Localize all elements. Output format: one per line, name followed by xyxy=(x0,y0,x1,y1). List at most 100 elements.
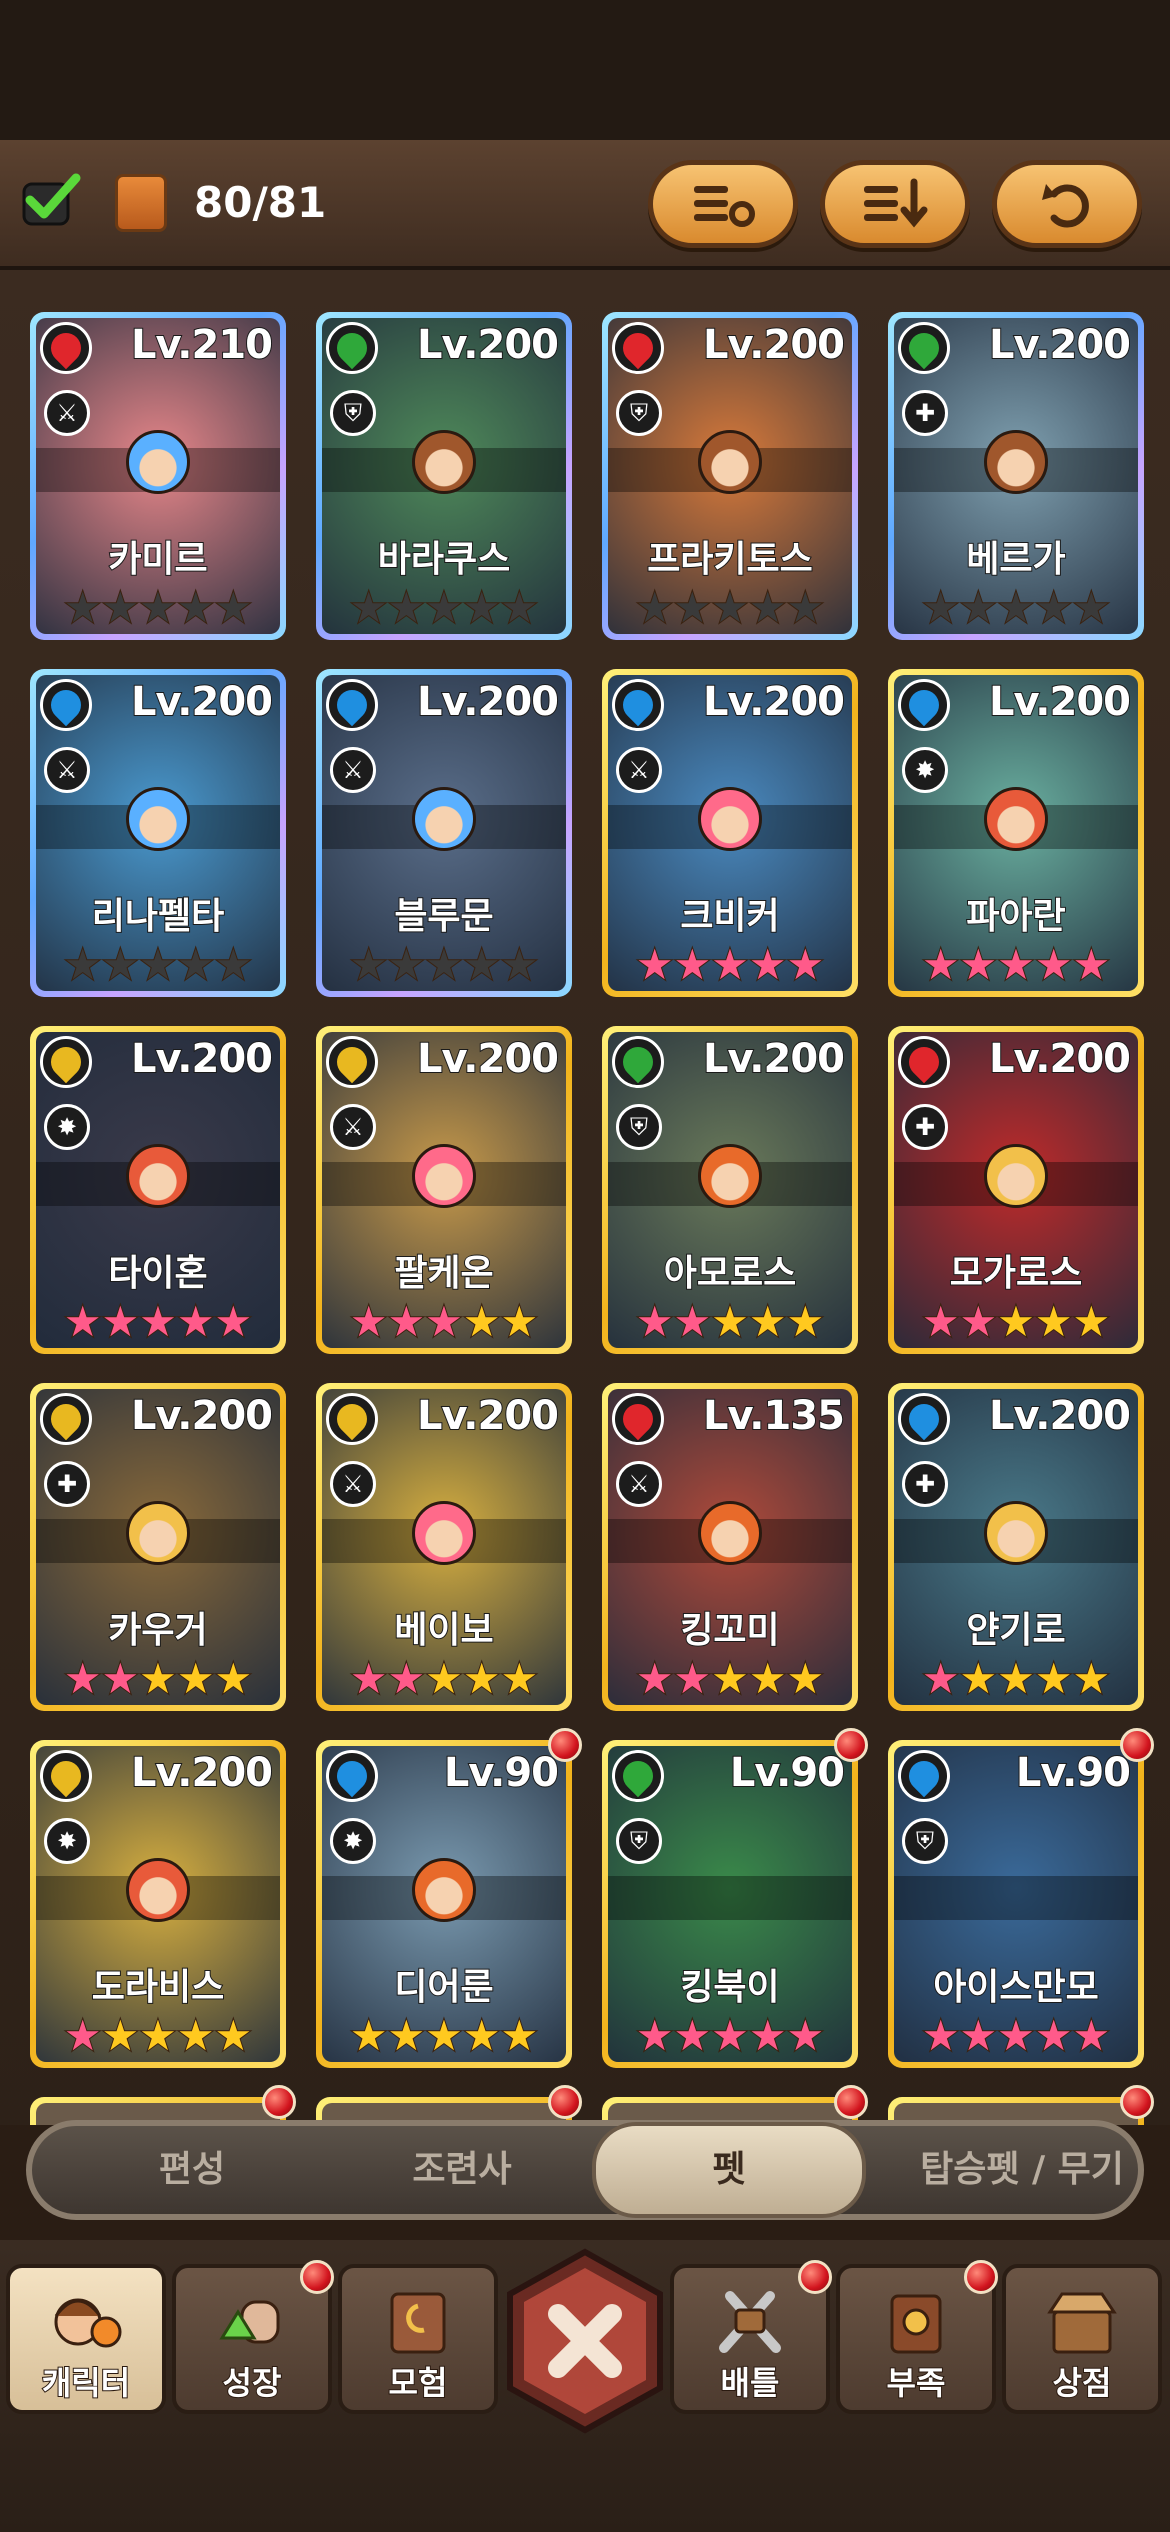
star-icon: ★ xyxy=(1034,940,1074,990)
pet-level: Lv.200 xyxy=(416,1035,560,1083)
tab-formation[interactable]: 편성 xyxy=(72,2126,312,2214)
pet-card[interactable]: ✸ Lv.200 타이혼 ★ ★ ★ ★ ★ xyxy=(30,1026,286,1354)
checkmark-icon[interactable] xyxy=(22,170,82,230)
pet-card[interactable]: ⚔ Lv.200 베이보 ★ ★ ★ ★ ★ xyxy=(316,1383,572,1711)
star-icon: ★ xyxy=(424,2011,464,2061)
star-icon: ★ xyxy=(63,2011,103,2061)
role-icon: ✸ xyxy=(44,1818,90,1864)
pet-card[interactable]: ⛨ Lv.90 아이스만모 ★ ★ ★ ★ ★ xyxy=(888,1740,1144,2068)
star-icon: ★ xyxy=(785,1297,825,1347)
filter-settings-icon xyxy=(694,186,755,227)
star-icon: ★ xyxy=(101,1297,141,1347)
pet-card[interactable]: ⚔ Lv.200 팔케온 ★ ★ ★ ★ ★ xyxy=(316,1026,572,1354)
light-element-icon xyxy=(40,1036,92,1088)
star-rating: ★ ★ ★ ★ ★ xyxy=(36,583,280,633)
role-icon: ⚔ xyxy=(44,390,90,436)
nav-adventure[interactable]: 모험 xyxy=(338,2264,498,2414)
pet-card[interactable]: ⛨ Lv.200 아모로스 ★ ★ ★ ★ ★ xyxy=(602,1026,858,1354)
star-icon: ★ xyxy=(996,1654,1036,1704)
pet-card[interactable]: ✸ Lv.200 파아란 ★ ★ ★ ★ ★ xyxy=(888,669,1144,997)
notification-badge xyxy=(798,2260,832,2294)
pet-name: 킹꼬미 xyxy=(679,1609,780,1652)
pet-card[interactable]: ⚔ Lv.200 리나펠타 ★ ★ ★ ★ ★ xyxy=(30,669,286,997)
notification-badge xyxy=(834,2085,868,2119)
pet-name: 블루문 xyxy=(393,895,494,938)
nav-label: 성장 xyxy=(222,2363,283,2403)
refresh-button[interactable] xyxy=(992,160,1142,248)
trainer-avatar xyxy=(412,1501,476,1565)
pet-card[interactable]: ⚔ Lv.200 크비커 ★ ★ ★ ★ ★ xyxy=(602,669,858,997)
light-element-icon xyxy=(40,1750,92,1802)
pet-level: Lv.200 xyxy=(130,1035,274,1083)
star-icon: ★ xyxy=(213,1654,253,1704)
pet-card-inner: ⚔ Lv.210 카미르 ★ ★ ★ ★ ★ xyxy=(36,318,280,634)
tab-mount-weapon[interactable]: 탑승펫 / 무기 xyxy=(892,2126,1152,2214)
role-icon: ✸ xyxy=(44,1104,90,1150)
nav-battle[interactable]: 배틀 xyxy=(670,2260,832,2414)
pet-card[interactable]: ⛨ Lv.90 킹북이 ★ ★ ★ ★ ★ xyxy=(602,1740,858,2068)
star-rating: ★ ★ ★ ★ ★ xyxy=(608,2011,852,2061)
nav-growth[interactable]: 성장 xyxy=(172,2260,334,2414)
pet-name: 파아란 xyxy=(965,895,1066,938)
pet-card[interactable]: ⛨ Lv.200 프라키토스 ★ ★ ★ ★ ★ xyxy=(602,312,858,640)
star-icon: ★ xyxy=(138,2011,178,2061)
nav-shop[interactable]: 상점 xyxy=(1002,2264,1162,2414)
star-icon: ★ xyxy=(1034,583,1074,633)
star-icon: ★ xyxy=(499,1297,539,1347)
pet-card[interactable]: ✚ Lv.200 베르가 ★ ★ ★ ★ ★ xyxy=(888,312,1144,640)
star-icon: ★ xyxy=(176,1654,216,1704)
pet-name: 카우거 xyxy=(107,1609,208,1652)
role-icon: ✚ xyxy=(902,1461,948,1507)
trainer-avatar xyxy=(126,1858,190,1922)
tab-trainer[interactable]: 조련사 xyxy=(332,2126,592,2214)
pet-level: Lv.200 xyxy=(130,1392,274,1440)
pet-card[interactable]: ⚔ Lv.135 킹꼬미 ★ ★ ★ ★ ★ xyxy=(602,1383,858,1711)
role-icon: ⚔ xyxy=(616,1461,662,1507)
pet-card[interactable]: ⚔ Lv.210 카미르 ★ ★ ★ ★ ★ xyxy=(30,312,286,640)
star-icon: ★ xyxy=(1034,1654,1074,1704)
pet-card[interactable]: ✚ Lv.200 모가로스 ★ ★ ★ ★ ★ xyxy=(888,1026,1144,1354)
star-rating: ★ ★ ★ ★ ★ xyxy=(322,2011,566,2061)
star-icon: ★ xyxy=(387,583,427,633)
star-icon: ★ xyxy=(424,583,464,633)
pet-level: Lv.200 xyxy=(416,678,560,726)
trainer-avatar xyxy=(984,787,1048,851)
star-icon: ★ xyxy=(462,583,502,633)
top-area xyxy=(0,0,1170,140)
star-rating: ★ ★ ★ ★ ★ xyxy=(608,940,852,990)
water-element-icon xyxy=(326,679,378,731)
pet-level: Lv.200 xyxy=(416,1392,560,1440)
star-icon: ★ xyxy=(921,1654,961,1704)
pet-card[interactable]: ⚔ Lv.200 블루문 ★ ★ ★ ★ ★ xyxy=(316,669,572,997)
sort-button[interactable] xyxy=(820,160,970,248)
nature-element-icon xyxy=(612,1036,664,1088)
star-icon: ★ xyxy=(63,583,103,633)
star-icon: ★ xyxy=(63,940,103,990)
pet-level: Lv.200 xyxy=(988,1035,1132,1083)
pet-card[interactable]: ✚ Lv.200 얀기로 ★ ★ ★ ★ ★ xyxy=(888,1383,1144,1711)
star-icon: ★ xyxy=(387,1654,427,1704)
nav-tribe[interactable]: 부족 xyxy=(836,2260,998,2414)
pet-name: 베르가 xyxy=(965,538,1066,581)
star-rating: ★ ★ ★ ★ ★ xyxy=(608,1654,852,1704)
pet-card[interactable]: ✚ Lv.200 카우거 ★ ★ ★ ★ ★ xyxy=(30,1383,286,1711)
pet-card[interactable]: ✸ Lv.200 도라비스 ★ ★ ★ ★ ★ xyxy=(30,1740,286,2068)
pet-card[interactable]: ⛨ Lv.200 바라쿠스 ★ ★ ★ ★ ★ xyxy=(316,312,572,640)
pet-card-inner: ✸ Lv.90 디어룬 ★ ★ ★ ★ ★ xyxy=(322,1746,566,2062)
water-element-icon xyxy=(898,1393,950,1445)
pet-count: 80/81 xyxy=(194,178,327,227)
filter-settings-button[interactable] xyxy=(648,160,798,248)
star-icon: ★ xyxy=(424,940,464,990)
trainer-avatar xyxy=(412,430,476,494)
nature-element-icon xyxy=(326,322,378,374)
star-icon: ★ xyxy=(1071,1654,1111,1704)
star-icon: ★ xyxy=(101,1654,141,1704)
star-icon: ★ xyxy=(1071,940,1111,990)
close-button[interactable] xyxy=(500,2246,670,2436)
star-icon: ★ xyxy=(673,1297,713,1347)
notification-badge xyxy=(262,2085,296,2119)
pet-card[interactable]: ✸ Lv.90 디어룬 ★ ★ ★ ★ ★ xyxy=(316,1740,572,2068)
nav-character[interactable]: 캐릭터 xyxy=(6,2264,166,2414)
pet-name: 크비커 xyxy=(679,895,780,938)
tab-pet[interactable]: 펫 xyxy=(592,2122,866,2218)
